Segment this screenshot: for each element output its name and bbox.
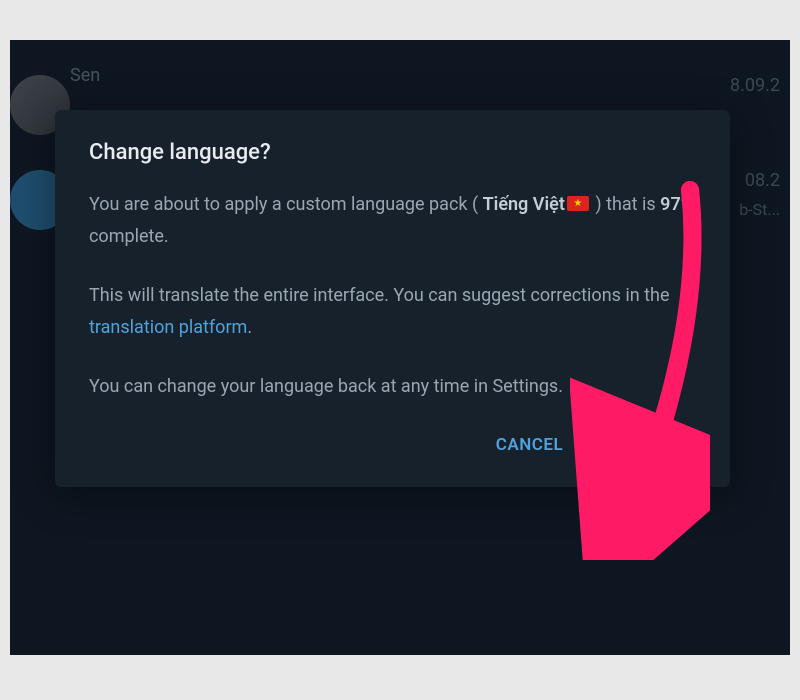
dialog-title: Change language?	[89, 140, 696, 165]
chat-date: 08.2	[745, 170, 780, 191]
dialog-text: complete.	[89, 226, 169, 247]
language-name: Tiếng Việt	[483, 194, 565, 215]
translation-platform-link[interactable]: translation platform	[89, 317, 247, 338]
dialog-body: You are about to apply a custom language…	[89, 189, 696, 403]
dialog-text: ) that is	[591, 194, 660, 215]
dialog-paragraph: You are about to apply a custom language…	[89, 189, 696, 252]
chat-date: 8.09.2	[730, 75, 780, 96]
change-button[interactable]: CHANGE	[607, 427, 686, 463]
dialog-text: You are about to apply a custom language…	[89, 194, 483, 215]
app-background: Sen 8.09.2 08.2 b-St... Change language?…	[10, 40, 790, 655]
dialog-text: .	[247, 317, 252, 338]
completion-percent: 97%	[660, 194, 694, 215]
cancel-button[interactable]: CANCEL	[492, 427, 567, 463]
chat-subtitle: b-St...	[739, 200, 780, 219]
vietnam-flag-icon	[567, 196, 589, 211]
dialog-paragraph: You can change your language back at any…	[89, 371, 696, 403]
change-language-dialog: Change language? You are about to apply …	[55, 110, 730, 487]
chat-name-partial: Sen	[70, 65, 100, 86]
dialog-actions: CANCEL CHANGE	[89, 427, 696, 463]
dialog-paragraph: This will translate the entire interface…	[89, 280, 696, 343]
dialog-text: This will translate the entire interface…	[89, 285, 670, 306]
